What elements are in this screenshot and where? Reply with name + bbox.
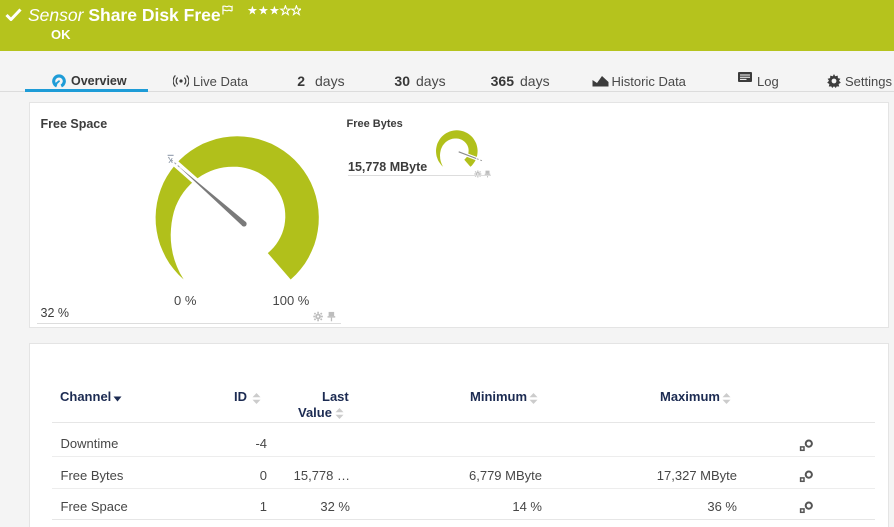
svg-text:x: x <box>168 155 173 165</box>
